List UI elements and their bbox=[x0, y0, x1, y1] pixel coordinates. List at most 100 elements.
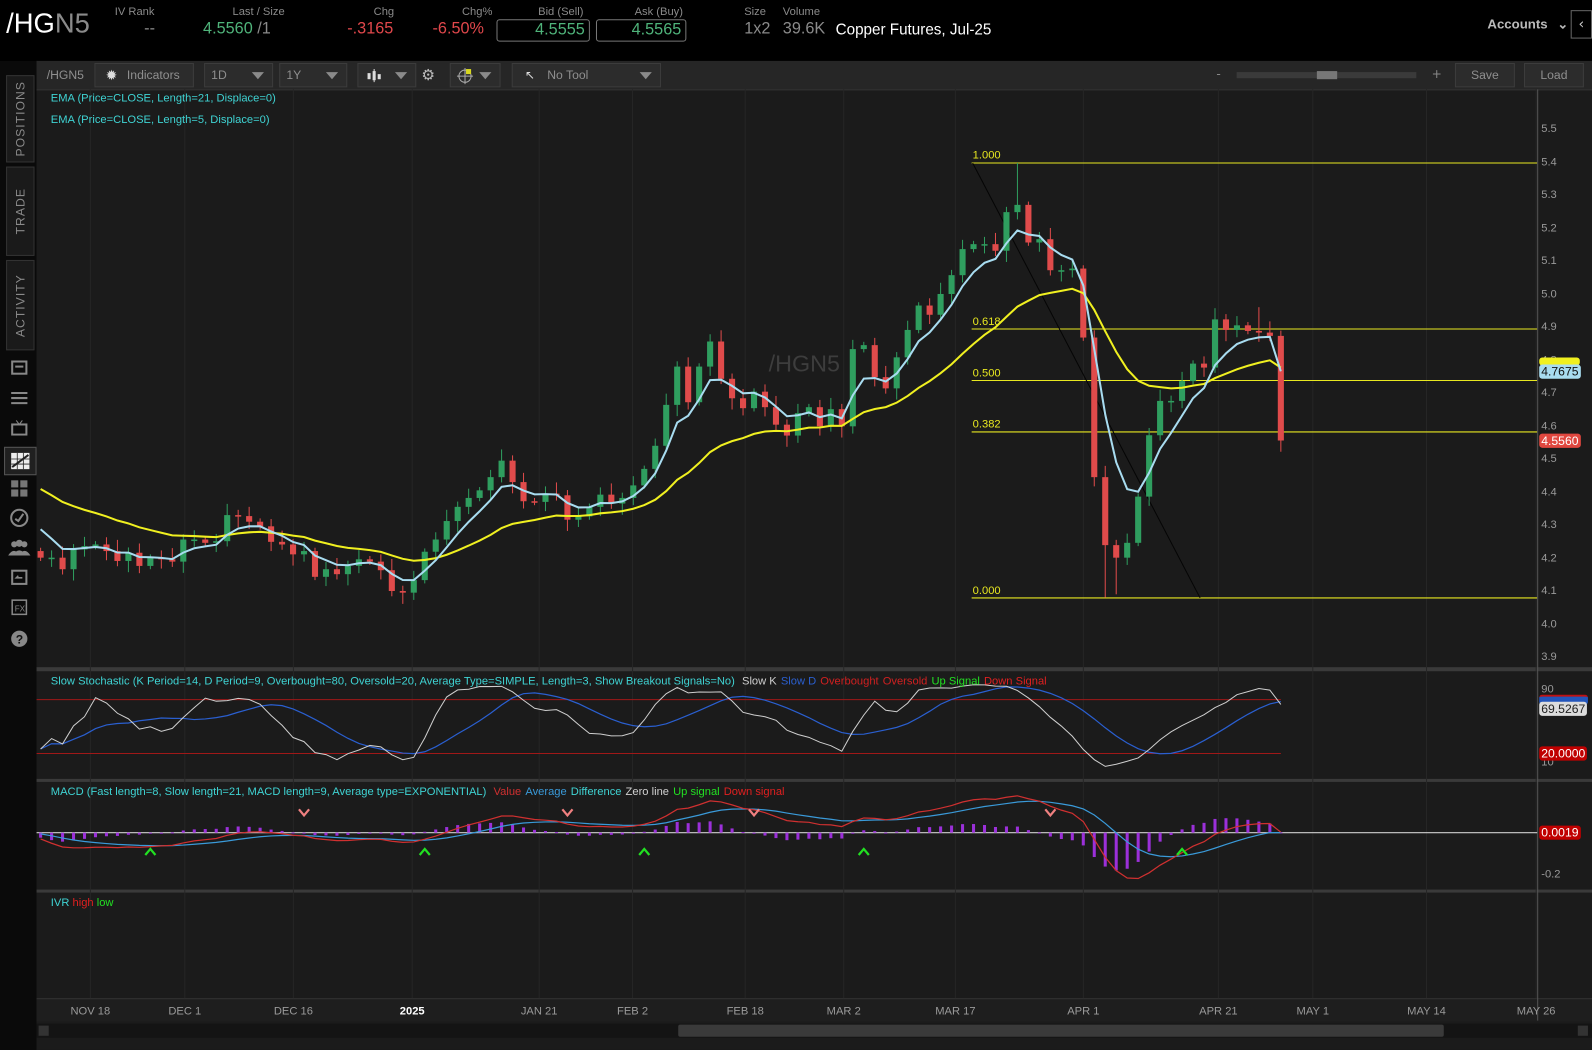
last-price-badge: 4.5560 bbox=[1539, 433, 1581, 448]
scroll-left-button[interactable] bbox=[38, 1025, 49, 1036]
candle-up bbox=[487, 477, 494, 491]
macd-histogram-bar bbox=[675, 821, 679, 833]
chart-canvas[interactable] bbox=[0, 0, 1592, 1050]
macd-down-signal-arrow bbox=[1044, 808, 1057, 818]
macd-histogram-bar bbox=[225, 827, 229, 833]
macd-histogram-bar bbox=[1235, 818, 1239, 833]
candle-up bbox=[794, 413, 801, 436]
macd-histogram-bar bbox=[895, 831, 899, 833]
candle-down bbox=[290, 544, 297, 555]
candle-up bbox=[465, 497, 472, 507]
price-axis-tick: 4.0 bbox=[1541, 617, 1557, 631]
legend-item: Up Signal bbox=[931, 675, 980, 688]
macd-histogram-bar bbox=[148, 832, 152, 834]
fib-level-label: 0.618 bbox=[972, 315, 1001, 328]
price-axis-tick: 5.2 bbox=[1541, 221, 1557, 235]
macd-histogram-bar bbox=[532, 829, 537, 833]
ivr-study-label[interactable]: IVR bbox=[51, 897, 70, 909]
candle-up bbox=[937, 293, 944, 315]
candle-up bbox=[498, 460, 505, 478]
macd-histogram-bar bbox=[620, 832, 624, 835]
macd-value-badge: 0.0019 bbox=[1539, 825, 1581, 840]
macd-histogram-bar bbox=[291, 832, 295, 834]
macd-histogram-bar bbox=[93, 832, 98, 838]
candle-down bbox=[1102, 477, 1109, 546]
fib-level-label: 0.500 bbox=[972, 367, 1001, 380]
macd-histogram-bar bbox=[587, 832, 591, 836]
macd-histogram-bar bbox=[719, 824, 723, 833]
candle-down bbox=[333, 569, 340, 575]
candle-up bbox=[1189, 363, 1197, 382]
slow-k-value-badge: 69.5267 bbox=[1539, 701, 1588, 716]
candle-up bbox=[663, 404, 670, 446]
candle-up bbox=[432, 539, 439, 552]
candle-down bbox=[1113, 545, 1120, 558]
macd-histogram-bar bbox=[82, 832, 87, 839]
candle-down bbox=[871, 345, 878, 378]
macd-axis-tick: -0.2 bbox=[1541, 868, 1561, 881]
candle-down bbox=[279, 541, 286, 545]
macd-histogram-bar bbox=[203, 829, 207, 833]
macd-histogram-bar bbox=[346, 832, 350, 836]
price-panel-marks bbox=[37, 162, 1538, 604]
ema5-study-label[interactable]: EMA (Price=CLOSE, Length=5, Displace=0) bbox=[51, 114, 270, 126]
macd-histogram-bar bbox=[137, 832, 141, 835]
candle-up bbox=[180, 539, 187, 562]
candle-down bbox=[509, 460, 516, 483]
stochastic-study-label[interactable]: Slow Stochastic (K Period=14, D Period=9… bbox=[51, 675, 735, 687]
legend-item: Down Signal bbox=[983, 675, 1047, 688]
candle-up bbox=[948, 275, 955, 294]
candle-down bbox=[992, 244, 999, 251]
price-axis-tick: 4.5 bbox=[1541, 452, 1557, 466]
macd-histogram-bar bbox=[686, 823, 690, 833]
legend-item: Oversold bbox=[882, 675, 928, 688]
macd-histogram-bar bbox=[1246, 819, 1250, 833]
macd-histogram-bar bbox=[522, 827, 526, 833]
macd-histogram-bar bbox=[1114, 832, 1118, 871]
candle-up bbox=[92, 544, 99, 547]
macd-histogram-bar bbox=[818, 832, 822, 840]
macd-histogram-bar bbox=[368, 832, 372, 834]
macd-histogram-bar bbox=[1070, 832, 1074, 841]
macd-study-label[interactable]: MACD (Fast length=8, Slow length=21, MAC… bbox=[51, 786, 487, 798]
macd-histogram-bar bbox=[598, 832, 602, 835]
candle-up bbox=[410, 580, 417, 593]
macd-histogram-bar bbox=[1081, 832, 1085, 846]
macd-histogram-bar bbox=[1092, 832, 1096, 858]
legend-item: Difference bbox=[570, 785, 622, 799]
ema21-study-label[interactable]: EMA (Price=CLOSE, Length=21, Displace=0) bbox=[51, 92, 276, 104]
macd-histogram-bar bbox=[1213, 818, 1217, 833]
candle-up bbox=[981, 244, 988, 246]
candle-down bbox=[235, 515, 242, 517]
candle-up bbox=[1179, 381, 1186, 401]
ivr-legend: IVR high low bbox=[51, 897, 114, 909]
price-axis-tick: 4.3 bbox=[1541, 518, 1557, 532]
candle-down bbox=[268, 526, 275, 542]
candle-up bbox=[300, 551, 308, 555]
trading-platform: /HGN5 IV Rank -- Last / Size 4.5560 /1 C… bbox=[0, 0, 1592, 1050]
macd-histogram-bar bbox=[642, 831, 646, 833]
macd-histogram-bar bbox=[115, 832, 119, 836]
candle-down bbox=[1255, 330, 1262, 333]
candle-up bbox=[322, 569, 330, 577]
macd-histogram-bar bbox=[993, 826, 998, 833]
macd-histogram-bar bbox=[796, 832, 800, 840]
macd-histogram-bar bbox=[39, 832, 43, 838]
macd-histogram-bar bbox=[807, 832, 811, 839]
macd-histogram-bar bbox=[412, 832, 416, 835]
macd-histogram-bar bbox=[1015, 826, 1019, 833]
macd-down-signal-arrow bbox=[298, 808, 310, 818]
macd-histogram-bar bbox=[357, 832, 361, 834]
macd-histogram-bar bbox=[1202, 822, 1206, 833]
candle-up bbox=[1124, 542, 1131, 558]
macd-histogram-bar bbox=[1026, 830, 1030, 833]
chart-horizontal-scrollbar[interactable] bbox=[36, 1023, 1592, 1038]
scrollbar-thumb[interactable] bbox=[678, 1024, 1444, 1037]
macd-histogram-bar bbox=[61, 832, 65, 842]
candle-down bbox=[1277, 335, 1284, 441]
price-axis-tick: 5.0 bbox=[1541, 287, 1557, 301]
legend-item: Zero line bbox=[625, 785, 670, 799]
scroll-right-button[interactable] bbox=[1577, 1025, 1588, 1036]
candle-up bbox=[454, 506, 461, 522]
time-axis-label: JAN 21 bbox=[520, 1005, 558, 1018]
